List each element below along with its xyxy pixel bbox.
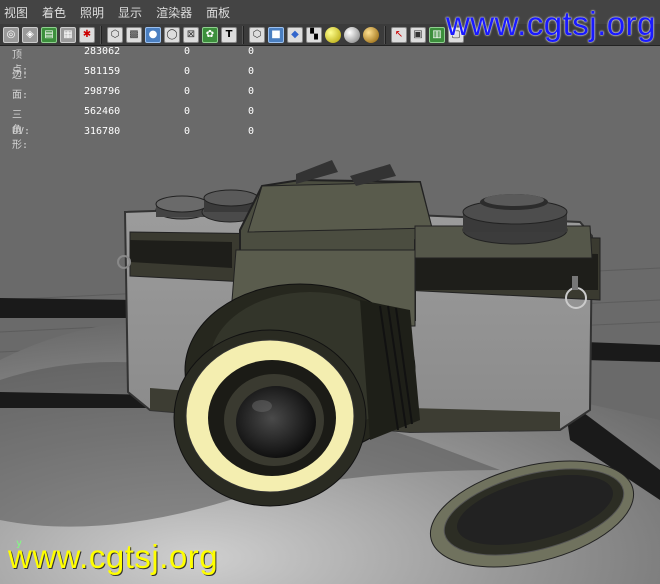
grid-icon[interactable]: ▦: [60, 26, 76, 43]
hud-selected: 0: [184, 126, 191, 137]
toolbar-separator: [384, 25, 386, 44]
maya-viewport-window: 视图 着色 照明 显示 渲染器 面板 ◎ ◈ ▤ ▦ ✱ ⬡ ▩ ● ◯ ⊠ ✿…: [0, 0, 660, 584]
isolate-icon[interactable]: ▣: [410, 26, 426, 43]
cube-wire-icon[interactable]: ⬡: [249, 26, 265, 43]
menu-lighting[interactable]: 照明: [73, 4, 111, 21]
hud-selected: 0: [184, 46, 191, 57]
texture-icon[interactable]: ✿: [202, 26, 218, 43]
hud-extra: 0: [248, 86, 255, 97]
text-t-icon[interactable]: T: [221, 26, 237, 43]
toolbar-separator: [100, 25, 102, 44]
watermark-bottom: www.cgtsj.org: [8, 538, 219, 575]
bookmark-icon[interactable]: ◈: [22, 26, 38, 43]
hud-extra: 0: [248, 46, 255, 57]
menu-shading[interactable]: 着色: [35, 4, 73, 21]
toolbar-separator: [242, 25, 244, 44]
image-plane-icon[interactable]: ▤: [41, 26, 57, 43]
hud-selected: 0: [184, 86, 191, 97]
hud-selected: 0: [184, 106, 191, 117]
hud-total: 581159: [84, 66, 121, 77]
hud-total: 562460: [84, 106, 121, 117]
menu-view[interactable]: 视图: [0, 4, 35, 21]
shaded-wire-icon[interactable]: ●: [145, 26, 161, 43]
hud-extra: 0: [248, 66, 255, 77]
hud-label: 面:: [12, 90, 29, 101]
hud-extra: 0: [248, 126, 255, 137]
checker-icon[interactable]: ▚: [306, 26, 322, 43]
camera-strap-left: [0, 298, 140, 318]
cube-shaded-icon[interactable]: ■: [268, 26, 284, 43]
gold-sphere-icon[interactable]: [363, 26, 379, 43]
default-light-icon[interactable]: [325, 26, 341, 43]
camera-attributes-icon[interactable]: ◎: [3, 26, 19, 43]
camera-strap-right: [585, 342, 660, 362]
hud-extra: 0: [248, 106, 255, 117]
bounding-box-icon[interactable]: ◯: [164, 26, 180, 43]
menu-show[interactable]: 显示: [111, 4, 149, 21]
hud-selected: 0: [184, 66, 191, 77]
show-layers-icon[interactable]: ▥: [429, 26, 445, 43]
xray-icon[interactable]: ⊠: [183, 26, 199, 43]
select-camera-icon[interactable]: ✱: [79, 26, 95, 43]
wireframe-icon[interactable]: ⬡: [107, 26, 123, 43]
hud-label: 边:: [12, 70, 29, 81]
cube-textured-icon[interactable]: ◆: [287, 26, 303, 43]
hud-label: UV:: [12, 126, 31, 137]
smooth-shade-icon[interactable]: ▩: [126, 26, 142, 43]
menu-panels[interactable]: 面板: [199, 4, 237, 21]
menu-renderer[interactable]: 渲染器: [149, 4, 199, 21]
hud-total: 316780: [84, 126, 121, 137]
select-mask-icon[interactable]: ↖: [391, 26, 407, 43]
watermark-top: www.cgtsj.org: [445, 5, 656, 42]
hud-total: 283062: [84, 46, 121, 57]
all-lights-icon[interactable]: [344, 26, 360, 43]
hud-total: 298796: [84, 86, 121, 97]
